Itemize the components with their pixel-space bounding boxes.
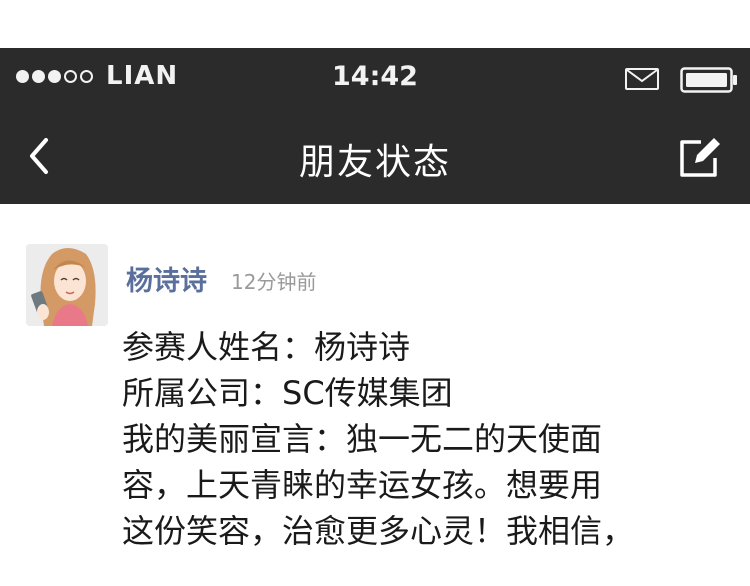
post-timestamp: 12分钟前 [231, 270, 317, 294]
mail-icon [625, 68, 659, 90]
compose-button[interactable] [677, 134, 725, 180]
phone-screen: LIAN 14:42 朋友状态 杨诗诗 12分钟前 参赛人姓名：杨诗诗 所属公司… [0, 48, 750, 586]
compose-edit-icon [680, 138, 720, 177]
author-name[interactable]: 杨诗诗 [126, 259, 207, 298]
status-bar: LIAN 14:42 [0, 48, 750, 108]
top-margin [0, 0, 750, 48]
post-body: 参赛人姓名：杨诗诗 所属公司：SC传媒集团 我的美丽宣言：独一无二的天使面 容，… [122, 324, 682, 554]
page-title: 朋友状态 [298, 142, 451, 183]
post-body-line: 所属公司：SC传媒集团 [122, 374, 453, 412]
battery-icon [680, 67, 737, 93]
navigation-bar: 朋友状态 [0, 108, 750, 204]
avatar-image [26, 244, 108, 326]
post-body-line: 我的美丽宣言：独一无二的天使面 [122, 420, 603, 458]
post-body-line: 参赛人姓名：杨诗诗 [122, 328, 411, 366]
avatar[interactable] [26, 244, 108, 326]
post-content: 杨诗诗 12分钟前 参赛人姓名：杨诗诗 所属公司：SC传媒集团 我的美丽宣言：独… [0, 204, 750, 586]
post-body-line: 这份笑容，治愈更多心灵！我相信， [122, 512, 635, 550]
post-body-line: 容，上天青睐的幸运女孩。想要用 [122, 466, 603, 504]
